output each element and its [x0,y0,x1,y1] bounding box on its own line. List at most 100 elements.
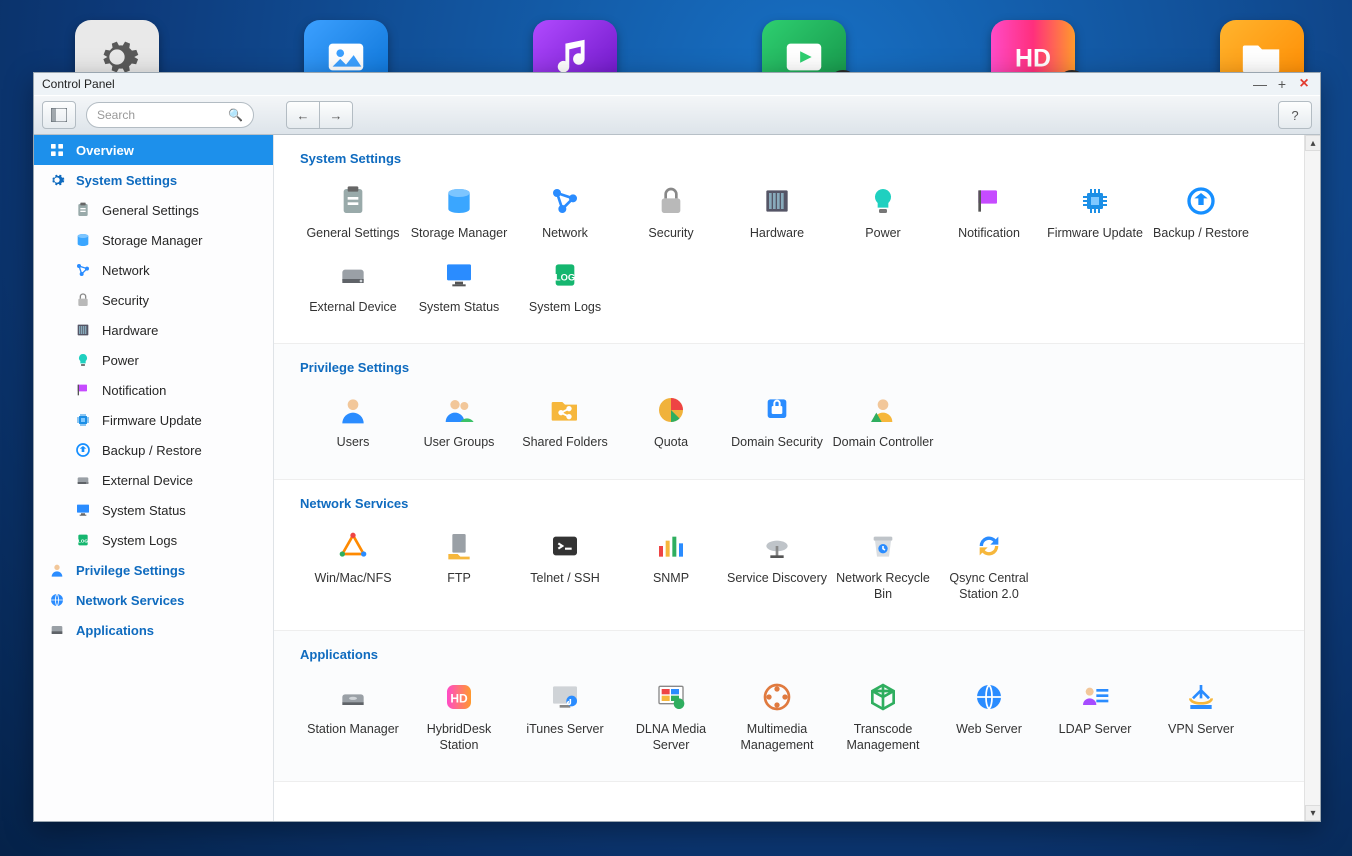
sidebar-item-logs[interactable]: System Logs [34,525,273,555]
sidebar-item-apps[interactable]: Applications [34,615,273,645]
item-domctrl[interactable]: Domain Controller [830,387,936,461]
sidebar-item-network[interactable]: Network [34,255,273,285]
sidebar-item-storage[interactable]: Storage Manager [34,225,273,255]
sidebar-item-label: Hardware [102,323,158,338]
search-input[interactable] [97,108,228,122]
item-label: Telnet / SSH [530,571,599,587]
item-hybrid[interactable]: HybridDesk Station [406,674,512,763]
close-button[interactable]: × [1296,76,1312,92]
item-storage[interactable]: Storage Manager [406,178,512,252]
item-web[interactable]: Web Server [936,674,1042,763]
sidebar-item-extdev[interactable]: External Device [34,465,273,495]
item-users[interactable]: Users [300,387,406,461]
toggle-sidebar-button[interactable] [42,101,76,129]
section-apps: ApplicationsStation ManagerHybridDesk St… [274,631,1320,782]
grid-icon [48,141,66,159]
item-label: HybridDesk Station [406,722,512,753]
item-label: Power [865,226,900,242]
sidebar-item-label: Overview [76,143,134,158]
item-qsync[interactable]: Qsync Central Station 2.0 [936,523,1042,612]
sidebar-item-system[interactable]: System Settings [34,165,273,195]
section-netsvc: Network ServicesWin/Mac/NFSFTPTelnet / S… [274,480,1320,631]
item-label: FTP [447,571,471,587]
vpn-icon [1181,680,1221,714]
item-logs[interactable]: System Logs [512,252,618,326]
item-label: General Settings [306,226,399,242]
ldap-icon [1075,680,1115,714]
item-label: Network Recycle Bin [830,571,936,602]
item-label: Quota [654,435,688,451]
item-hardware[interactable]: Hardware [724,178,830,252]
section-title: Applications [300,641,1294,674]
sidebar-item-privilege[interactable]: Privilege Settings [34,555,273,585]
item-label: SNMP [653,571,689,587]
item-general[interactable]: General Settings [300,178,406,252]
item-network[interactable]: Network [512,178,618,252]
item-snmp[interactable]: SNMP [618,523,724,612]
item-groups[interactable]: User Groups [406,387,512,461]
sidebar-item-hardware[interactable]: Hardware [34,315,273,345]
restore-icon [74,441,92,459]
clipboard-icon [74,201,92,219]
item-backup[interactable]: Backup / Restore [1148,178,1254,252]
vertical-scrollbar[interactable]: ▴ ▾ [1304,135,1320,821]
item-svcdisc[interactable]: Service Discovery [724,523,830,612]
itunes-icon [545,680,585,714]
item-firmware[interactable]: Firmware Update [1042,178,1148,252]
item-recycle[interactable]: Network Recycle Bin [830,523,936,612]
nav-back-button[interactable]: ← [286,101,320,129]
item-dlna[interactable]: DLNA Media Server [618,674,724,763]
item-power[interactable]: Power [830,178,936,252]
sidebar-item-firmware[interactable]: Firmware Update [34,405,273,435]
sidebar-item-backup[interactable]: Backup / Restore [34,435,273,465]
item-status[interactable]: System Status [406,252,512,326]
section-system: System SettingsGeneral SettingsStorage M… [274,135,1320,344]
toolbar: 🔍 ← → ? [34,95,1320,135]
nav-forward-button[interactable]: → [319,101,353,129]
item-notification[interactable]: Notification [936,178,1042,252]
item-quota[interactable]: Quota [618,387,724,461]
flag-icon [969,184,1009,218]
sidebar-item-netsvc[interactable]: Network Services [34,585,273,615]
user-icon [48,561,66,579]
sidebar-item-status[interactable]: System Status [34,495,273,525]
sidebar-item-label: Applications [76,623,154,638]
server-icon [74,321,92,339]
sidebar-item-power[interactable]: Power [34,345,273,375]
chip-icon [74,411,92,429]
sidebar-item-general[interactable]: General Settings [34,195,273,225]
sidebar-item-notification[interactable]: Notification [34,375,273,405]
item-label: User Groups [424,435,495,451]
monitor-icon [74,501,92,519]
maximize-button[interactable]: + [1274,76,1290,92]
item-ldap[interactable]: LDAP Server [1042,674,1148,763]
item-shared[interactable]: Shared Folders [512,387,618,461]
control-panel-window: Control Panel — + × 🔍 ← → ? OverviewSyst… [33,72,1321,822]
item-extdev[interactable]: External Device [300,252,406,326]
item-station[interactable]: Station Manager [300,674,406,763]
item-ssh[interactable]: Telnet / SSH [512,523,618,612]
item-vpn[interactable]: VPN Server [1148,674,1254,763]
sidebar-item-label: Power [102,353,139,368]
item-domsec[interactable]: Domain Security [724,387,830,461]
terminal-icon [545,529,585,563]
sidebar-item-security[interactable]: Security [34,285,273,315]
scroll-up-button[interactable]: ▴ [1305,135,1320,151]
scroll-down-button[interactable]: ▾ [1305,805,1320,821]
item-ftp[interactable]: FTP [406,523,512,612]
item-transcode[interactable]: Transcode Management [830,674,936,763]
item-label: Shared Folders [522,435,607,451]
help-button[interactable]: ? [1278,101,1312,129]
minimize-button[interactable]: — [1252,76,1268,92]
item-winmac[interactable]: Win/Mac/NFS [300,523,406,612]
item-itunes[interactable]: iTunes Server [512,674,618,763]
lock-icon [651,184,691,218]
search-field[interactable]: 🔍 [86,102,254,128]
item-multimedia[interactable]: Multimedia Management [724,674,830,763]
item-security[interactable]: Security [618,178,724,252]
sidebar-item-overview[interactable]: Overview [34,135,273,165]
item-label: Security [648,226,693,242]
sidebar-item-label: Privilege Settings [76,563,185,578]
drive-icon [74,471,92,489]
sidebar-item-label: Firmware Update [102,413,202,428]
